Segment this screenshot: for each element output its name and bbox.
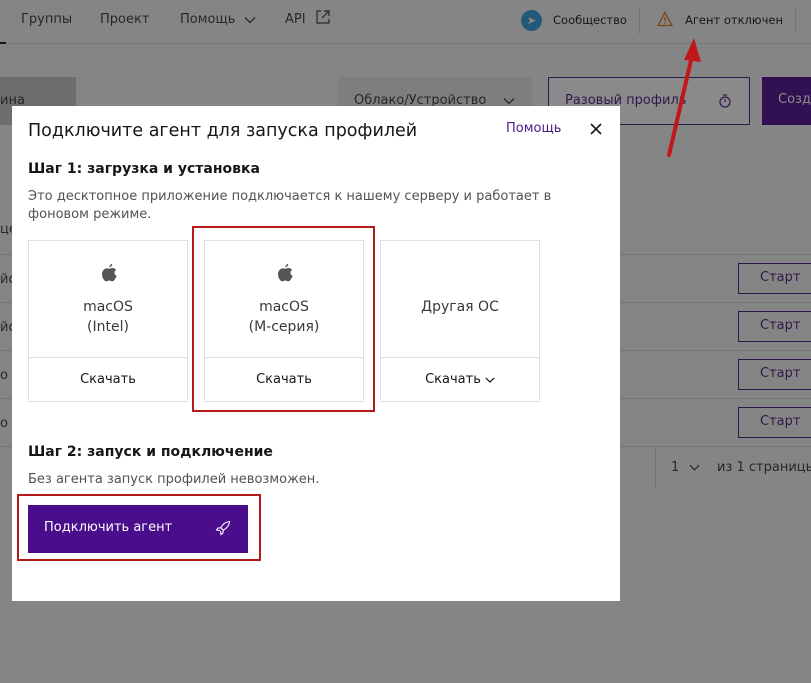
os-name-line2: (Intel) — [87, 319, 129, 335]
step2-title: Шаг 2: запуск и подключение — [28, 444, 273, 460]
os-name-line1: Другая ОС — [421, 299, 499, 315]
card-divider — [29, 357, 187, 358]
annotation-highlight-macos-m — [192, 226, 375, 412]
help-link[interactable]: Помощь — [506, 121, 561, 136]
step1-description: Это десктопное приложение подключается к… — [28, 189, 552, 222]
download-link[interactable]: Скачать — [29, 372, 187, 387]
os-card-macos-intel[interactable]: macOS (Intel) Скачать — [28, 240, 188, 402]
connect-agent-modal: Подключите агент для запуска профилей По… — [12, 106, 620, 601]
modal-title: Подключите агент для запуска профилей — [28, 121, 418, 141]
os-card-other-os[interactable]: Другая ОС Скачать — [380, 240, 540, 402]
step1-title: Шаг 1: загрузка и установка — [28, 161, 260, 177]
download-dropdown-label: Скачать — [425, 372, 481, 387]
annotation-highlight-connect — [17, 494, 261, 561]
chevron-down-icon — [485, 377, 495, 383]
download-dropdown[interactable]: Скачать — [381, 372, 539, 387]
step2-description: Без агента запуск профилей невозможен. — [28, 472, 320, 487]
os-name-line1: macOS — [83, 299, 133, 315]
apple-icon — [102, 263, 117, 282]
close-icon[interactable] — [586, 119, 606, 139]
card-divider — [381, 357, 539, 358]
